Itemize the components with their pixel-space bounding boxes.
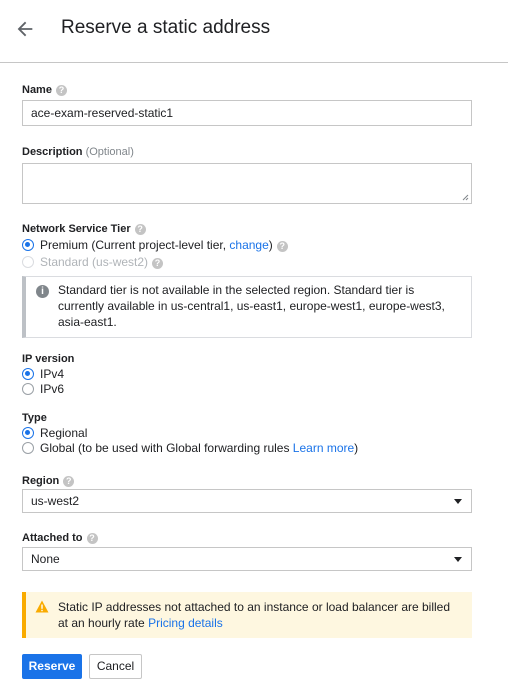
type-label: Type: [22, 412, 47, 424]
billing-warning-text: Static IP addresses not attached to an i…: [58, 599, 463, 631]
ipv6-radio[interactable]: [22, 383, 34, 395]
learn-more-link[interactable]: Learn more: [293, 441, 354, 455]
premium-close: ): [268, 238, 273, 252]
optional-hint: (Optional): [85, 146, 134, 158]
page-title: Reserve a static address: [61, 17, 271, 38]
global-text: Global (to be used with Global forwardin…: [40, 441, 293, 455]
global-radio[interactable]: [22, 442, 34, 454]
pricing-details-link[interactable]: Pricing details: [148, 616, 223, 630]
attached-to-label: Attached to?: [22, 532, 98, 544]
attached-to-value: None: [31, 552, 60, 566]
description-textarea[interactable]: [22, 163, 472, 204]
global-close: ): [354, 441, 359, 455]
name-input[interactable]: ace-exam-reserved-static1: [22, 100, 472, 126]
tier-info-text: Standard tier is not available in the se…: [58, 283, 445, 329]
help-icon[interactable]: ?: [55, 85, 67, 96]
dropdown-arrow-icon: [454, 499, 462, 504]
ipv6-option[interactable]: IPv6: [22, 381, 64, 397]
ipv4-radio[interactable]: [22, 368, 34, 380]
attached-to-select[interactable]: None: [22, 547, 472, 571]
warning-message: Static IP addresses not attached to an i…: [58, 600, 451, 630]
region-label-text: Region: [22, 475, 60, 487]
ipv4-option[interactable]: IPv4: [22, 366, 64, 382]
ipv6-text: IPv6: [40, 382, 65, 396]
region-select[interactable]: us-west2: [22, 489, 472, 513]
help-icon[interactable]: ?: [152, 258, 164, 269]
regional-radio[interactable]: [22, 427, 34, 439]
premium-tier-option[interactable]: Premium (Current project-level tier, cha…: [22, 237, 288, 253]
dropdown-arrow-icon: [454, 557, 462, 562]
help-icon[interactable]: ?: [276, 241, 288, 252]
region-value: us-west2: [31, 494, 80, 508]
description-label: Description (Optional): [22, 146, 134, 158]
name-label: Name?: [22, 84, 67, 96]
premium-text: Premium (Current project-level tier,: [40, 238, 230, 252]
header-divider: [0, 62, 508, 63]
global-option[interactable]: Global (to be used with Global forwardin…: [22, 440, 358, 456]
cancel-button[interactable]: Cancel: [89, 654, 142, 679]
change-link[interactable]: change: [229, 238, 268, 252]
arrow-back-icon[interactable]: [14, 18, 36, 40]
help-icon[interactable]: ?: [63, 476, 75, 487]
name-label-text: Name: [22, 84, 52, 96]
description-label-text: Description: [22, 146, 83, 158]
reserve-button[interactable]: Reserve: [22, 654, 82, 679]
ipv4-text: IPv4: [40, 367, 65, 381]
region-label: Region?: [22, 475, 75, 487]
warning-icon: [35, 600, 49, 613]
regional-text: Regional: [40, 426, 88, 440]
regional-option[interactable]: Regional: [22, 425, 87, 441]
premium-radio[interactable]: [22, 239, 34, 251]
billing-warning: Static IP addresses not attached to an i…: [22, 592, 472, 638]
standard-radio: [22, 256, 34, 268]
help-icon[interactable]: ?: [86, 533, 98, 544]
help-icon[interactable]: ?: [134, 224, 146, 235]
tier-info-box: i Standard tier is not available in the …: [22, 276, 472, 338]
ip-version-label: IP version: [22, 353, 75, 365]
network-tier-label: Network Service Tier?: [22, 223, 146, 235]
resize-handle-icon[interactable]: [462, 194, 469, 201]
page-header: Reserve a static address: [0, 0, 518, 62]
standard-text: Standard (us-west2): [40, 255, 149, 269]
standard-tier-option: Standard (us-west2)?: [22, 254, 164, 270]
network-tier-label-text: Network Service Tier: [22, 223, 131, 235]
attached-to-label-text: Attached to: [22, 532, 83, 544]
info-icon: i: [36, 285, 49, 298]
